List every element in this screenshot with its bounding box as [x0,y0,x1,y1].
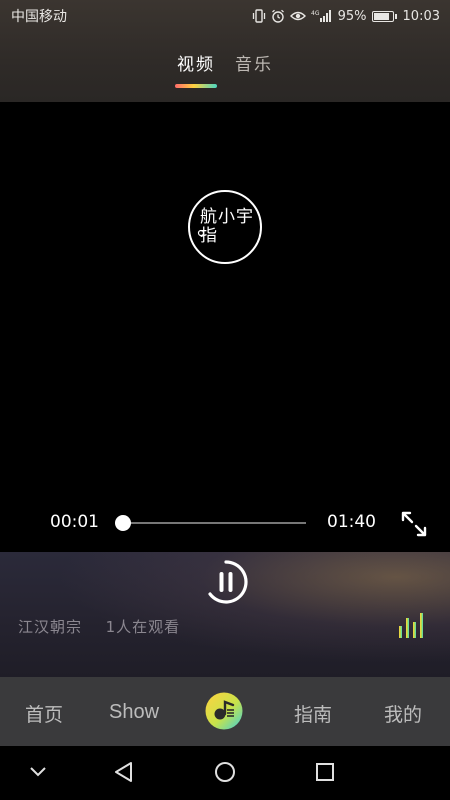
progress-track[interactable] [121,522,306,524]
status-bar: 中国移动 4G 95% 10:03 [0,0,450,32]
tab-video[interactable]: 视频 [175,50,217,88]
home-circle-icon [215,762,235,782]
app-screen: 中国移动 4G 95% 10:03 视频 音乐 航小宇 指 00:01 01:4… [0,0,450,800]
tab-music-label: 音乐 [235,55,273,75]
status-icons: 4G 95% 10:03 [252,9,450,24]
top-tabs: 视频 音乐 [0,50,450,88]
nav-home[interactable]: 首页 [25,700,63,727]
viewer-count: 1人在观看 [105,618,181,636]
active-tab-indicator [175,84,217,88]
pause-button[interactable] [204,560,248,604]
logo-text: 航小宇 指 [200,207,254,246]
total-time: 01:40 [327,512,376,532]
nav-mine[interactable]: 我的 [384,700,422,727]
network-type-label: 4G [311,10,320,17]
equalizer-icon[interactable] [398,612,424,638]
tab-video-label: 视频 [177,55,215,75]
nav-music-button[interactable] [205,692,243,730]
eye-icon [289,10,306,22]
nav-show[interactable]: Show [109,701,159,724]
pause-icon [208,560,248,604]
seek-handle[interactable] [114,515,131,531]
carrier-label: 中国移动 [11,9,67,25]
recents-button[interactable] [314,761,336,787]
clock: 10:03 [402,8,440,24]
battery-icon [371,10,397,22]
back-button[interactable] [113,761,135,787]
current-time: 00:01 [50,512,99,532]
chevron-down-icon [30,767,46,777]
hide-nav-button[interactable] [28,761,48,785]
back-triangle-icon [115,762,132,782]
fullscreen-icon[interactable] [400,510,428,538]
now-playing-title: 江汉朝宗 [18,618,83,636]
signal-icon: 4G [311,9,333,23]
vibrate-icon [252,9,266,23]
header: 中国移动 4G 95% 10:03 视频 音乐 [0,0,450,102]
video-player[interactable] [0,102,450,552]
alarm-icon [271,9,285,23]
recents-square-icon [316,763,334,781]
nav-guide[interactable]: 指南 [294,700,332,727]
battery-level [373,12,389,20]
home-button[interactable] [214,761,236,787]
now-playing-info: 江汉朝宗 1人在观看 [18,616,180,637]
tab-music[interactable]: 音乐 [233,50,275,75]
battery-percent: 95% [337,8,367,24]
music-disc-icon [205,692,243,730]
